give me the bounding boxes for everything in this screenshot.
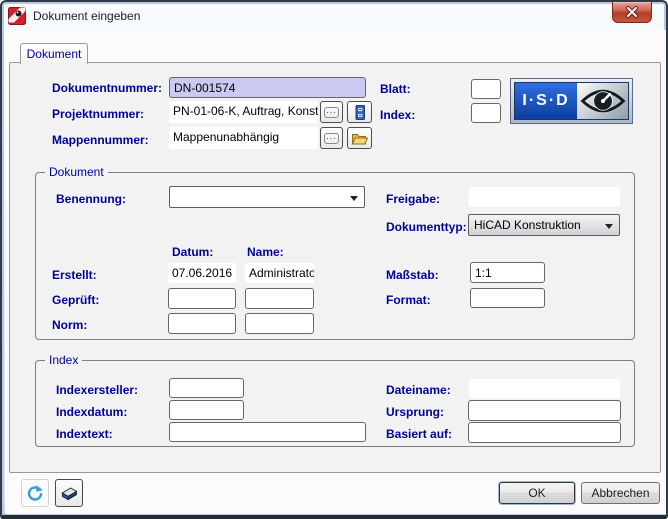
dokumenttyp-combobox[interactable]: HiCAD Konstruktion: [468, 214, 620, 236]
ellipsis-icon: ...: [324, 133, 339, 144]
tab-dokument[interactable]: Dokument: [20, 43, 88, 64]
ok-button[interactable]: OK: [499, 482, 575, 504]
dateiname-value: [469, 379, 620, 398]
format-label: Format:: [386, 293, 431, 307]
projektnummer-value: PN-01-06-K, Auftrag, Konstru: [169, 101, 318, 123]
folder-icon: [351, 131, 368, 146]
norm-name-input[interactable]: [245, 313, 314, 334]
erstellt-name-value: Administrator: [245, 263, 314, 283]
geprueft-label: Geprüft:: [52, 293, 99, 307]
mappennummer-folder-button[interactable]: [347, 127, 372, 149]
window-title: Dokument eingeben: [33, 9, 140, 23]
projektnummer-label: Projektnummer:: [52, 107, 144, 121]
dokumenttyp-value: HiCAD Konstruktion: [474, 218, 581, 232]
eraser-icon: [59, 483, 79, 503]
norm-label: Norm:: [52, 318, 87, 332]
mappennummer-value: Mappenunabhängig: [169, 127, 318, 149]
blatt-input[interactable]: [471, 79, 501, 99]
indextext-label: Indextext:: [56, 427, 113, 441]
app-icon: [8, 7, 26, 25]
freigabe-value: [469, 187, 620, 207]
mappennummer-label: Mappennummer:: [52, 133, 149, 147]
dokumenttyp-label: Dokumenttyp:: [386, 220, 467, 234]
dokumentnummer-label: Dokumentnummer:: [52, 81, 162, 95]
eye-icon: [577, 83, 628, 119]
freigabe-label: Freigabe:: [386, 192, 440, 206]
maszstab-label: Maßstab:: [386, 268, 439, 282]
eraser-button[interactable]: [55, 479, 83, 507]
index-label: Index:: [380, 108, 415, 122]
benennung-combobox[interactable]: [169, 186, 365, 208]
refresh-icon: [25, 483, 45, 503]
blatt-label: Blatt:: [380, 82, 411, 96]
dokument-group-title: Dokument: [45, 165, 108, 179]
title-bar: Dokument eingeben: [2, 2, 666, 30]
maszstab-input[interactable]: [470, 262, 545, 283]
close-button[interactable]: [612, 2, 652, 23]
mappennummer-browse-button[interactable]: ...: [320, 127, 343, 149]
indexdatum-input[interactable]: [169, 400, 244, 420]
projektnummer-database-button[interactable]: [347, 101, 372, 123]
projektnummer-browse-button[interactable]: ...: [320, 101, 343, 123]
erstellt-datum-value: 07.06.2016: [168, 263, 236, 283]
benennung-label: Benennung:: [56, 192, 126, 206]
isd-logo-text: I·S·D: [515, 83, 577, 119]
dokumentnummer-input[interactable]: [169, 77, 366, 98]
isd-logo: I·S·D: [510, 78, 633, 124]
dokument-eingeben-dialog: Dokument eingeben Dokument Dokumentnumme…: [0, 0, 668, 519]
geprueft-datum-input[interactable]: [168, 288, 236, 309]
indexdatum-label: Indexdatum:: [56, 405, 127, 419]
basiert-auf-label: Basiert auf:: [386, 427, 452, 441]
datum-column-header: Datum:: [172, 245, 213, 259]
file-cabinet-icon: [352, 104, 368, 121]
geprueft-name-input[interactable]: [245, 288, 314, 309]
chevron-down-icon: [605, 224, 613, 229]
chevron-down-icon: [350, 196, 358, 201]
close-icon: [613, 6, 651, 18]
name-column-header: Name:: [247, 245, 284, 259]
erstellt-label: Erstellt:: [52, 268, 97, 282]
ursprung-label: Ursprung:: [386, 405, 444, 419]
indexersteller-label: Indexersteller:: [56, 383, 138, 397]
indexersteller-input[interactable]: [169, 378, 244, 398]
index-input[interactable]: [471, 103, 501, 123]
dateiname-label: Dateiname:: [386, 383, 451, 397]
ellipsis-icon: ...: [324, 107, 339, 118]
basiert-auf-input[interactable]: [468, 422, 621, 443]
norm-datum-input[interactable]: [168, 313, 236, 334]
ursprung-input[interactable]: [468, 400, 621, 421]
indextext-input[interactable]: [169, 422, 366, 442]
refresh-button[interactable]: [21, 479, 49, 507]
index-group-title: Index: [45, 353, 82, 367]
format-input[interactable]: [470, 288, 545, 308]
cancel-button[interactable]: Abbrechen: [581, 482, 660, 504]
isd-logo-inner: I·S·D: [514, 82, 629, 120]
